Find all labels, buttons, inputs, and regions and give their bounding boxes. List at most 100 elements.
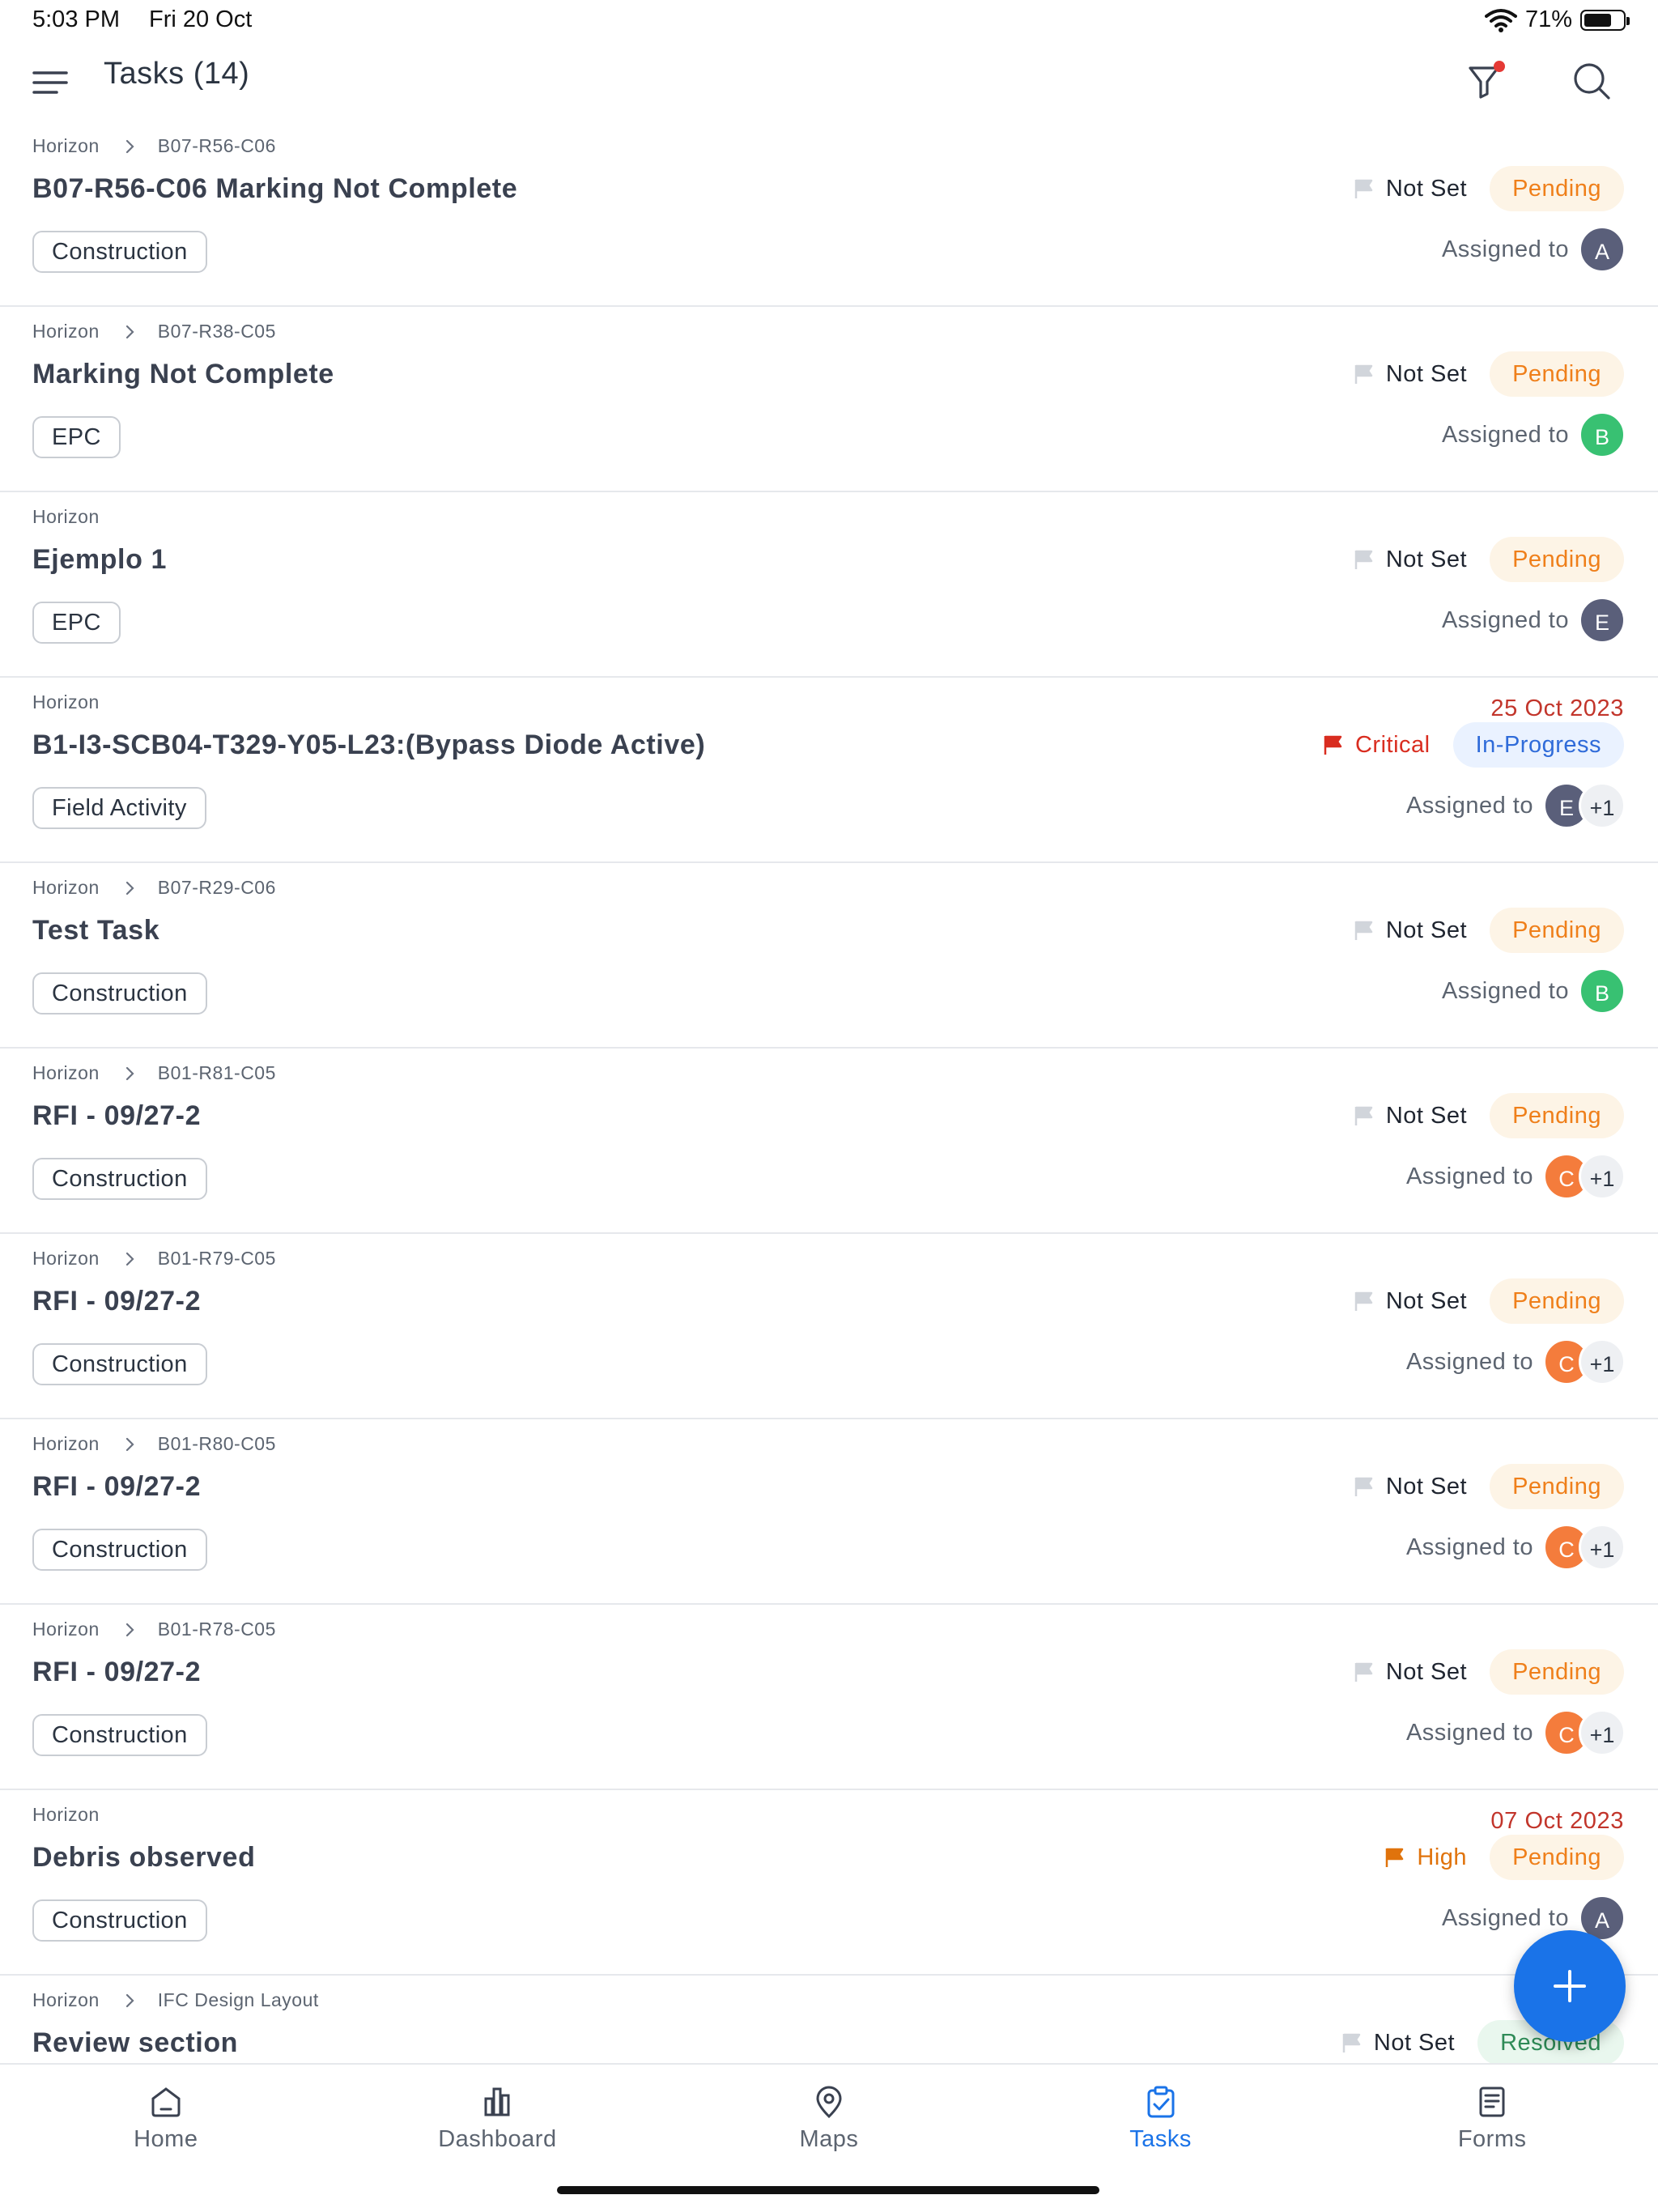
category-chip[interactable]: Field Activity — [32, 787, 206, 829]
breadcrumb: Horizon IFC Design Layout — [32, 1989, 319, 2011]
nav-dashboard-label: Dashboard — [438, 2126, 557, 2152]
assigned-to-label: Assigned to — [1441, 1904, 1569, 1931]
task-title: RFI - 09/27-2 — [32, 1657, 202, 1687]
task-row[interactable]: Horizon B01-R81-C05 RFI - 09/27-2 Construct… — [0, 1049, 1658, 1234]
chevron-right-icon — [125, 1993, 134, 2007]
priority-indicator: Not Set — [1354, 361, 1467, 388]
avatar[interactable]: A — [1579, 226, 1626, 273]
status-badge[interactable]: Pending — [1490, 908, 1624, 953]
breadcrumb-project: Horizon — [32, 691, 100, 713]
category-chip[interactable]: Construction — [32, 1529, 207, 1571]
task-row[interactable]: Horizon B01-R78-C05 RFI - 09/27-2 Construct… — [0, 1605, 1658, 1790]
home-icon — [151, 2087, 181, 2117]
flag-icon — [1354, 179, 1373, 198]
category-chip[interactable]: EPC — [32, 416, 121, 458]
category-chip[interactable]: Construction — [32, 231, 207, 273]
assigned-to-label: Assigned to — [1405, 1348, 1533, 1375]
category-chip[interactable]: Construction — [32, 972, 207, 1015]
status-badge[interactable]: Pending — [1490, 1464, 1624, 1509]
assignees: Assigned to C +1 — [1406, 1709, 1626, 1756]
nav-maps-label: Maps — [799, 2126, 859, 2152]
avatar-overflow-count[interactable]: +1 — [1579, 1709, 1626, 1756]
category-chip[interactable]: Construction — [32, 1899, 207, 1942]
task-row[interactable]: Horizon B01-R79-C05 RFI - 09/27-2 Construct… — [0, 1234, 1658, 1419]
menu-icon[interactable] — [32, 66, 68, 99]
nav-home[interactable]: Home — [0, 2065, 332, 2212]
breadcrumb: Horizon B07-R29-C06 — [32, 877, 276, 899]
avatar-overflow-count[interactable]: +1 — [1579, 1153, 1626, 1200]
chevron-right-icon — [125, 1437, 134, 1451]
task-title: Review section — [32, 2027, 239, 2058]
avatar[interactable]: B — [1579, 411, 1626, 458]
priority-label: Not Set — [1385, 1287, 1468, 1314]
map-pin-icon — [816, 2086, 842, 2119]
forms-icon — [1479, 2087, 1505, 2117]
flag-icon — [1354, 1662, 1373, 1682]
assignees: Assigned to C +1 — [1405, 1153, 1626, 1200]
nav-home-label: Home — [134, 2126, 198, 2152]
assigned-to-label: Assigned to — [1441, 236, 1569, 262]
nav-forms-label: Forms — [1457, 2126, 1527, 2152]
chevron-right-icon — [125, 881, 134, 895]
task-row[interactable]: Horizon B07-R38-C05 Marking Not Complete EP… — [0, 307, 1658, 492]
priority-indicator: Not Set — [1354, 547, 1467, 573]
priority-label: Not Set — [1373, 2029, 1456, 2056]
assignees: Assigned to C +1 — [1405, 1338, 1626, 1385]
tasks-icon — [1147, 2086, 1175, 2118]
category-chip[interactable]: Construction — [32, 1158, 207, 1200]
assigned-to-label: Assigned to — [1405, 1163, 1533, 1189]
breadcrumb-location: B07-R29-C06 — [157, 877, 276, 898]
category-chip[interactable]: Construction — [32, 1714, 207, 1756]
status-badge[interactable]: Pending — [1490, 1649, 1624, 1695]
status-badge[interactable]: Pending — [1490, 166, 1624, 211]
status-badge[interactable]: In-Progress — [1452, 722, 1624, 768]
chevron-right-icon — [125, 139, 134, 153]
task-row[interactable]: Horizon B01-R80-C05 RFI - 09/27-2 Construct… — [0, 1419, 1658, 1605]
avatar-overflow-count[interactable]: +1 — [1579, 782, 1626, 829]
priority-status-group: High Pending — [1384, 1835, 1624, 1880]
breadcrumb-project: Horizon — [32, 1989, 100, 2010]
priority-status-group: Not Set Pending — [1354, 1093, 1624, 1138]
breadcrumb: Horizon B01-R78-C05 — [32, 1619, 276, 1640]
filter-icon[interactable] — [1465, 58, 1511, 104]
task-title: Test Task — [32, 915, 160, 946]
task-row[interactable]: Horizon B07-R29-C06 Test Task Construction N… — [0, 863, 1658, 1049]
breadcrumb-project: Horizon — [32, 1248, 100, 1269]
add-task-button[interactable] — [1514, 1930, 1626, 2042]
filter-active-dot — [1494, 61, 1505, 72]
app-header: Tasks (14) — [0, 42, 1658, 131]
status-badge[interactable]: Pending — [1490, 1835, 1624, 1880]
chevron-right-icon — [125, 1623, 134, 1636]
avatar[interactable]: B — [1579, 968, 1626, 1015]
chevron-right-icon — [125, 1252, 134, 1266]
flag-icon — [1324, 735, 1342, 755]
status-badge[interactable]: Pending — [1490, 537, 1624, 582]
task-row[interactable]: Horizon B07-R56-C06 B07-R56-C06 Marking No… — [0, 121, 1658, 307]
status-badge[interactable]: Pending — [1490, 351, 1624, 397]
priority-indicator: Not Set — [1354, 1288, 1467, 1315]
status-badge[interactable]: Pending — [1490, 1278, 1624, 1324]
task-title: Ejemplo 1 — [32, 544, 168, 575]
nav-forms[interactable]: Forms — [1326, 2065, 1658, 2212]
status-badge[interactable]: Pending — [1490, 1093, 1624, 1138]
avatar[interactable]: E — [1579, 597, 1626, 644]
priority-status-group: Not Set Pending — [1354, 1278, 1624, 1324]
assignees: Assigned to C +1 — [1406, 1524, 1626, 1571]
due-date: 07 Oct 2023 — [1490, 1808, 1624, 1834]
priority-indicator: Not Set — [1354, 176, 1467, 202]
avatar-overflow-count[interactable]: +1 — [1579, 1524, 1626, 1571]
task-row[interactable]: Horizon B1-I3-SCB04-T329-Y05-L23:(Bypass … — [0, 678, 1658, 863]
flag-icon — [1354, 1106, 1373, 1125]
priority-label: Not Set — [1385, 360, 1468, 387]
category-chip[interactable]: Construction — [32, 1343, 207, 1385]
breadcrumb: Horizon — [32, 691, 100, 713]
avatar-overflow-count[interactable]: +1 — [1579, 1338, 1626, 1385]
assignees: Assigned to E — [1442, 597, 1626, 644]
search-icon[interactable] — [1569, 58, 1614, 104]
page-title: Tasks (14) — [104, 57, 250, 91]
priority-indicator: Not Set — [1354, 1474, 1467, 1500]
category-chip[interactable]: EPC — [32, 602, 121, 644]
task-row[interactable]: Horizon Debris observed Construction 07 Oct… — [0, 1790, 1658, 1976]
task-row[interactable]: Horizon Ejemplo 1 EPC Not Set Pending Assigne… — [0, 492, 1658, 678]
priority-label: Not Set — [1385, 917, 1468, 943]
